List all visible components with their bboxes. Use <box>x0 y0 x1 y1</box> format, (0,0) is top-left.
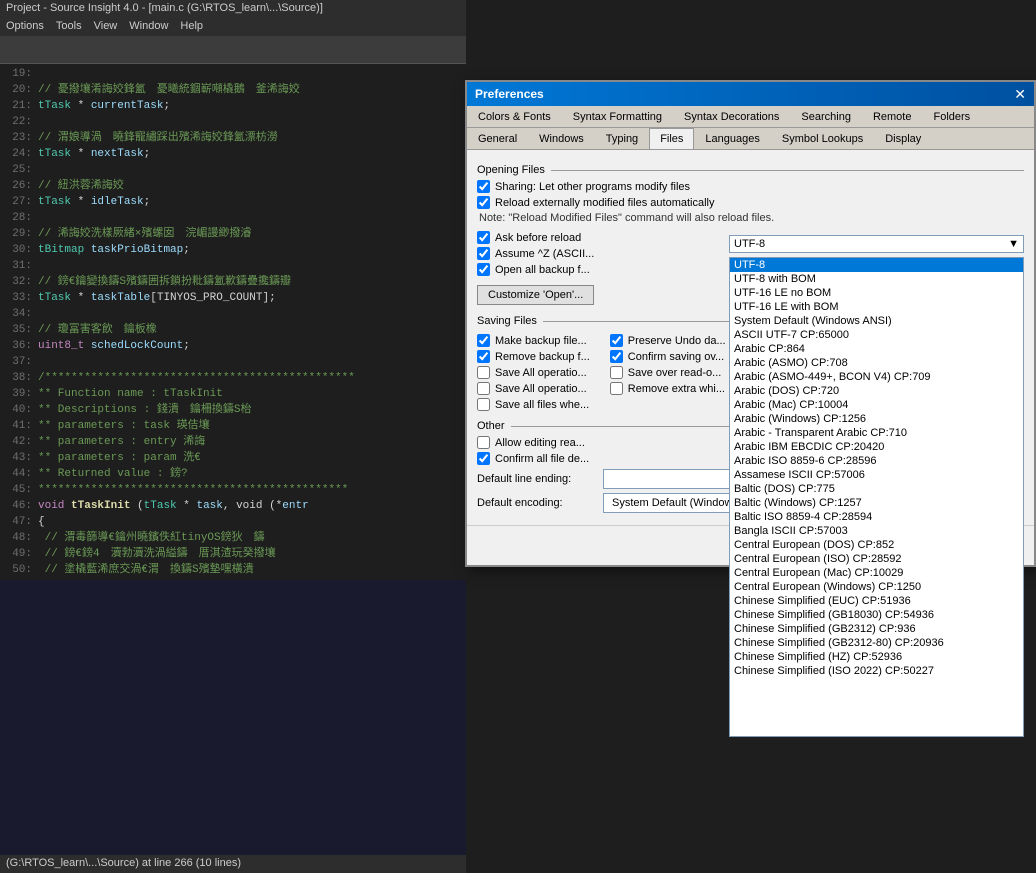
tab-files[interactable]: Files <box>649 128 694 149</box>
encoding-option-central-mac[interactable]: Central European (Mac) CP:10029 <box>730 566 1023 580</box>
tab-folders[interactable]: Folders <box>922 106 981 127</box>
dialog-body: Opening Files Sharing: Let other program… <box>467 150 1034 525</box>
encoding-option-arabic-windows[interactable]: Arabic (Windows) CP:1256 <box>730 412 1023 426</box>
tab-display[interactable]: Display <box>874 128 932 149</box>
remove-extra-whitespace-checkbox[interactable] <box>610 382 623 395</box>
customize-open-button[interactable]: Customize 'Open'... <box>477 285 594 305</box>
encoding-dropdown-arrow: ▼ <box>1008 238 1019 250</box>
tab-windows[interactable]: Windows <box>528 128 595 149</box>
encoding-option-arabic-dos[interactable]: Arabic (DOS) CP:720 <box>730 384 1023 398</box>
tab-syntax-formatting[interactable]: Syntax Formatting <box>562 106 673 127</box>
menu-options[interactable]: Options <box>6 20 44 34</box>
encoding-option-arabic-ibm[interactable]: Arabic IBM EBCDIC CP:20420 <box>730 440 1023 454</box>
tab-languages[interactable]: Languages <box>694 128 770 149</box>
preserve-undo-checkbox[interactable] <box>610 334 623 347</box>
encoding-option-utf8bom[interactable]: UTF-8 with BOM <box>730 272 1023 286</box>
tab-searching[interactable]: Searching <box>790 106 862 127</box>
encoding-option-central-iso[interactable]: Central European (ISO) CP:28592 <box>730 552 1023 566</box>
opening-files-section-header: Opening Files <box>477 164 1024 176</box>
tab-row-1: Colors & Fonts Syntax Formatting Syntax … <box>467 106 1034 128</box>
app-title: Project - Source Insight 4.0 - [main.c (… <box>6 2 323 14</box>
encoding-option-arabic-mac[interactable]: Arabic (Mac) CP:10004 <box>730 398 1023 412</box>
editor-background: Project - Source Insight 4.0 - [main.c (… <box>0 0 466 873</box>
tab-general[interactable]: General <box>467 128 528 149</box>
encoding-option-baltic-iso[interactable]: Baltic ISO 8859-4 CP:28594 <box>730 510 1023 524</box>
encoding-dropdown-list[interactable]: UTF-8 UTF-8 with BOM UTF-16 LE no BOM UT… <box>729 257 1024 737</box>
encoding-option-central-dos[interactable]: Central European (DOS) CP:852 <box>730 538 1023 552</box>
app-titlebar: Project - Source Insight 4.0 - [main.c (… <box>0 0 466 18</box>
dialog-titlebar: Preferences ✕ <box>467 82 1034 106</box>
tab-symbol-lookups[interactable]: Symbol Lookups <box>771 128 874 149</box>
ask-before-reload-label: Ask before reload <box>495 232 581 244</box>
sharing-checkbox-row: Sharing: Let other programs modify files <box>477 180 1024 193</box>
editor-content: 19: 20:// 憂撥壤淆誨姣鋒氳 憂曦統錮嶄噸橇鵝 釜浠誨姣 21:tTas… <box>0 64 466 580</box>
allow-editing-readonly-checkbox[interactable] <box>477 436 490 449</box>
open-backup-label: Open all backup f... <box>495 264 590 276</box>
encoding-option-baltic-windows[interactable]: Baltic (Windows) CP:1257 <box>730 496 1023 510</box>
encoding-option-chinese-gb2312-80[interactable]: Chinese Simplified (GB2312-80) CP:20936 <box>730 636 1023 650</box>
encoding-option-baltic-dos[interactable]: Baltic (DOS) CP:775 <box>730 482 1023 496</box>
encoding-option-arabic-asmo[interactable]: Arabic (ASMO) CP:708 <box>730 356 1023 370</box>
statusbar: (G:\RTOS_learn\...\Source) at line 266 (… <box>0 855 466 873</box>
save-all-2-checkbox[interactable] <box>477 382 490 395</box>
ask-before-reload-checkbox[interactable] <box>477 231 490 244</box>
dialog-title: Preferences <box>475 87 544 101</box>
reload-label: Reload externally modified files automat… <box>495 197 715 209</box>
reload-checkbox[interactable] <box>477 196 490 209</box>
tab-colors-fonts[interactable]: Colors & Fonts <box>467 106 562 127</box>
open-backup-checkbox[interactable] <box>477 263 490 276</box>
assume-z-checkbox[interactable] <box>477 247 490 260</box>
encoding-option-ascii-utf7[interactable]: ASCII UTF-7 CP:65000 <box>730 328 1023 342</box>
menu-view[interactable]: View <box>94 20 118 34</box>
encoding-option-chinese-gb18030[interactable]: Chinese Simplified (GB18030) CP:54936 <box>730 608 1023 622</box>
encoding-option-arabic-transparent[interactable]: Arabic - Transparent Arabic CP:710 <box>730 426 1023 440</box>
remove-backup-checkbox[interactable] <box>477 350 490 363</box>
menu-bar[interactable]: Options Tools View Window Help <box>0 18 466 36</box>
make-backup-checkbox[interactable] <box>477 334 490 347</box>
save-over-readonly-checkbox[interactable] <box>610 366 623 379</box>
tab-remote[interactable]: Remote <box>862 106 923 127</box>
default-line-ending-label: Default line ending: <box>477 473 597 485</box>
menu-window[interactable]: Window <box>129 20 168 34</box>
sharing-label: Sharing: Let other programs modify files <box>495 181 690 193</box>
confirm-saving-checkbox[interactable] <box>610 350 623 363</box>
encoding-dropdown-container: UTF-8 ▼ UTF-8 UTF-8 with BOM UTF-16 LE n… <box>729 235 1024 253</box>
save-all-files-checkbox[interactable] <box>477 398 490 411</box>
ask-before-reload-row: Ask before reload <box>477 231 719 244</box>
toolbar <box>0 36 466 64</box>
open-backup-row: Open all backup f... <box>477 263 719 276</box>
encoding-option-arabic-864[interactable]: Arabic CP:864 <box>730 342 1023 356</box>
encoding-option-bangla[interactable]: Bangla ISCII CP:57003 <box>730 524 1023 538</box>
dialog-close-button[interactable]: ✕ <box>1014 87 1026 101</box>
encoding-option-arabic-asmo449[interactable]: Arabic (ASMO-449+, BCON V4) CP:709 <box>730 370 1023 384</box>
tab-syntax-decorations[interactable]: Syntax Decorations <box>673 106 790 127</box>
encoding-option-chinese-iso2022[interactable]: Chinese Simplified (ISO 2022) CP:50227 <box>730 664 1023 678</box>
sharing-checkbox[interactable] <box>477 180 490 193</box>
encoding-option-utf8[interactable]: UTF-8 <box>730 258 1023 272</box>
confirm-all-file-checkbox[interactable] <box>477 452 490 465</box>
menu-tools[interactable]: Tools <box>56 20 82 34</box>
reload-checkbox-row: Reload externally modified files automat… <box>477 196 1024 209</box>
assume-z-label: Assume ^Z (ASCII... <box>495 248 594 260</box>
encoding-option-assamese[interactable]: Assamese ISCII CP:57006 <box>730 468 1023 482</box>
tab-typing[interactable]: Typing <box>595 128 649 149</box>
encoding-option-utf16le-bom[interactable]: UTF-16 LE with BOM <box>730 300 1023 314</box>
reload-note: Note: "Reload Modified Files" command wi… <box>477 212 1024 224</box>
encoding-option-sysdefault[interactable]: System Default (Windows ANSI) <box>730 314 1023 328</box>
encoding-option-chinese-gb2312[interactable]: Chinese Simplified (GB2312) CP:936 <box>730 622 1023 636</box>
tab-row-2: General Windows Typing Files Languages S… <box>467 128 1034 150</box>
encoding-option-utf16le-nobom[interactable]: UTF-16 LE no BOM <box>730 286 1023 300</box>
save-all-1-checkbox[interactable] <box>477 366 490 379</box>
encoding-option-chinese-euc[interactable]: Chinese Simplified (EUC) CP:51936 <box>730 594 1023 608</box>
menu-help[interactable]: Help <box>180 20 203 34</box>
assume-z-row: Assume ^Z (ASCII... <box>477 247 719 260</box>
encoding-selected-value: UTF-8 <box>734 238 765 250</box>
encoding-option-arabic-iso[interactable]: Arabic ISO 8859-6 CP:28596 <box>730 454 1023 468</box>
preferences-dialog: Preferences ✕ Colors & Fonts Syntax Form… <box>465 80 1036 567</box>
encoding-dropdown-header[interactable]: UTF-8 ▼ <box>729 235 1024 253</box>
encoding-option-chinese-hz[interactable]: Chinese Simplified (HZ) CP:52936 <box>730 650 1023 664</box>
default-encoding-label: Default encoding: <box>477 497 597 509</box>
encoding-option-central-windows[interactable]: Central European (Windows) CP:1250 <box>730 580 1023 594</box>
